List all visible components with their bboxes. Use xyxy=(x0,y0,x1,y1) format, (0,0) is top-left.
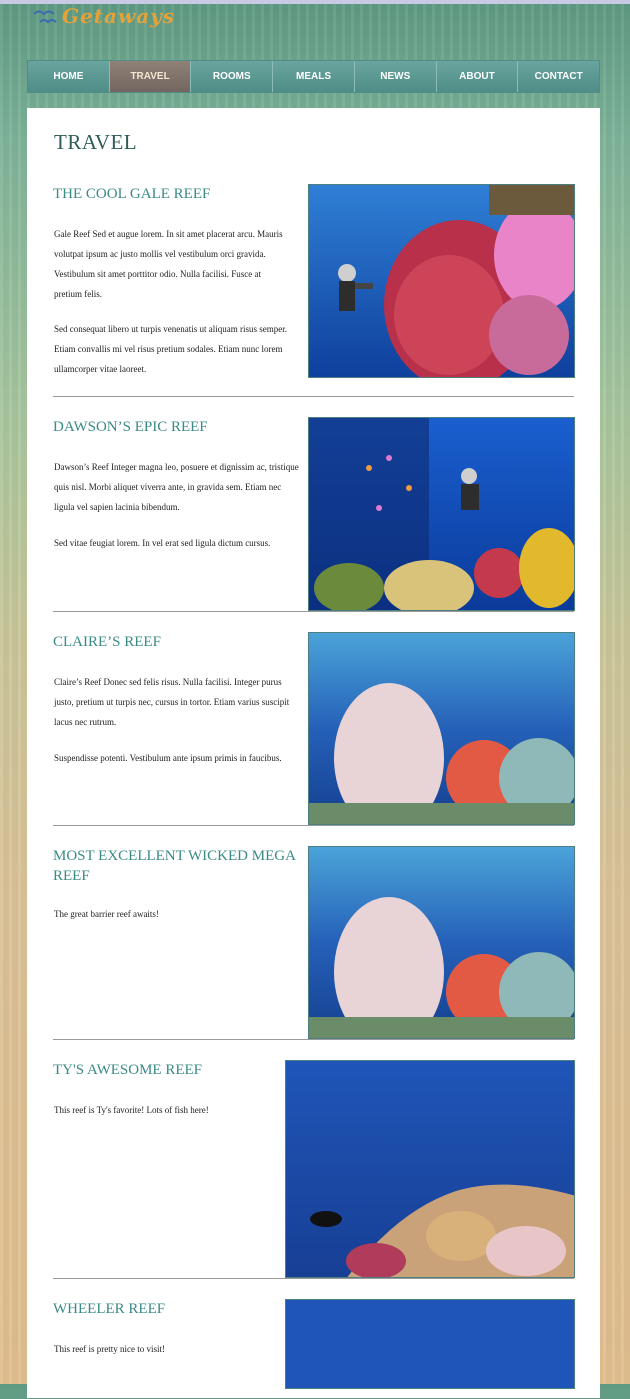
nav-about[interactable]: ABOUT xyxy=(437,61,519,92)
section-divider xyxy=(53,1278,574,1279)
section-paragraph: Sed vitae feugiat lorem. In vel erat sed… xyxy=(54,538,271,548)
nav-home[interactable]: HOME xyxy=(28,61,110,92)
page-title: TRAVEL xyxy=(54,130,138,154)
nav-meals[interactable]: MEALS xyxy=(273,61,355,92)
section-title: CLAIRE’S REEF xyxy=(53,634,161,650)
section-paragraph: This reef is Ty's favorite! Lots of fish… xyxy=(54,1105,209,1115)
section-paragraph: Gale Reef Sed et augue lorem. In sit ame… xyxy=(54,229,283,299)
section-paragraph: This reef is pretty nice to visit! xyxy=(54,1344,165,1354)
section-title: DAWSON’S EPIC REEF xyxy=(53,419,208,435)
reef-photo xyxy=(285,1299,575,1389)
main-nav: HOME TRAVEL ROOMS MEALS NEWS ABOUT CONTA… xyxy=(27,60,600,93)
section-paragraph: Dawson’s Reef Integer magna leo, posuere… xyxy=(54,462,299,512)
section-divider xyxy=(53,396,574,397)
reef-photo xyxy=(308,184,575,378)
section-title: WHEELER REEF xyxy=(53,1301,166,1317)
site-logo[interactable]: Getaways xyxy=(32,4,176,30)
section-paragraph: Sed consequat libero ut turpis venenatis… xyxy=(54,324,287,374)
reef-photo xyxy=(285,1060,575,1278)
section-paragraph: Claire’s Reef Donec sed felis risus. Nul… xyxy=(54,677,290,727)
reef-photo xyxy=(308,417,575,611)
reef-section: TY'S AWESOME REEF This reef is Ty's favo… xyxy=(53,1060,575,1298)
section-title: TY'S AWESOME REEF xyxy=(53,1062,203,1078)
section-divider xyxy=(53,825,574,826)
section-paragraph: Suspendisse potenti. Vestibulum ante ips… xyxy=(54,753,282,763)
nav-contact[interactable]: CONTACT xyxy=(518,61,599,92)
reef-section: MOST EXCELLENT WICKED MEGA REEF The grea… xyxy=(53,846,575,1061)
nav-rooms[interactable]: ROOMS xyxy=(191,61,274,92)
section-title: THE COOL GALE REEF xyxy=(53,186,211,202)
section-title: MOST EXCELLENT WICKED MEGA REEF xyxy=(53,848,296,884)
content-panel: TRAVEL THE COOL GALE REEF Gale Reef Sed … xyxy=(27,108,600,1398)
section-divider xyxy=(53,1039,574,1040)
reef-section: WHEELER REEF This reef is pretty nice to… xyxy=(53,1299,575,1399)
section-paragraph: The great barrier reef awaits! xyxy=(54,909,159,919)
reef-section: THE COOL GALE REEF Gale Reef Sed et augu… xyxy=(53,184,575,397)
reef-section: DAWSON’S EPIC REEF Dawson’s Reef Integer… xyxy=(53,417,575,632)
nav-news[interactable]: NEWS xyxy=(355,61,437,92)
section-divider xyxy=(53,611,574,612)
reef-photo xyxy=(308,846,575,1039)
seagull-icon xyxy=(33,10,57,24)
nav-travel[interactable]: TRAVEL xyxy=(109,61,192,92)
logo-text: Getaways xyxy=(62,4,176,28)
reef-photo xyxy=(308,632,575,825)
reef-section: CLAIRE’S REEF Claire’s Reef Donec sed fe… xyxy=(53,632,575,847)
